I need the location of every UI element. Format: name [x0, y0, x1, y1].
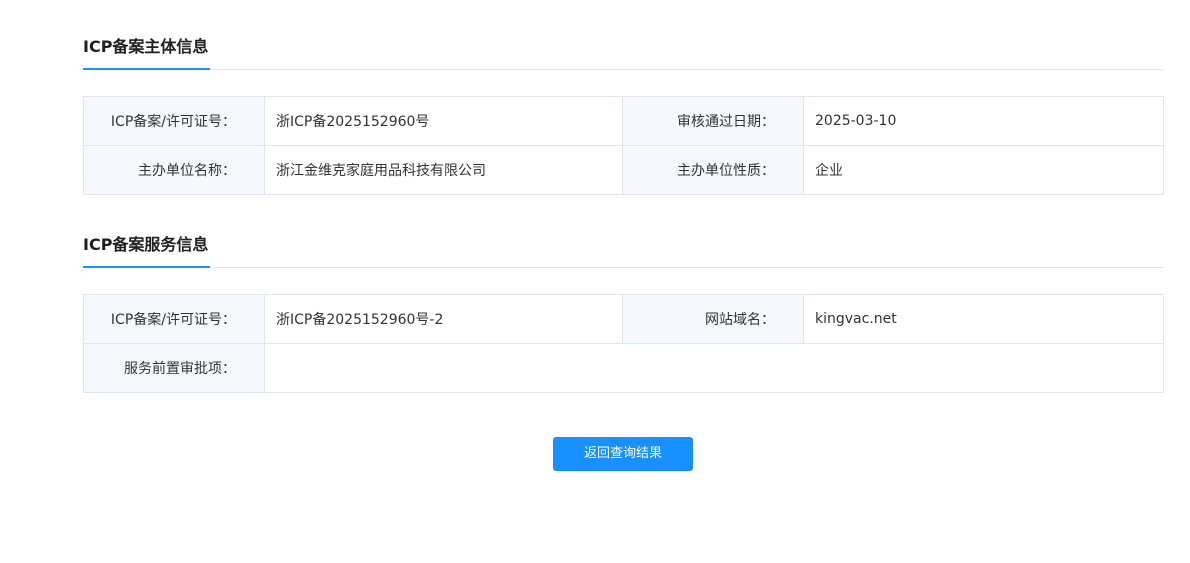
license-number-label: ICP备案/许可证号：: [83, 96, 265, 146]
service-license-number-value: 浙ICP备2025152960号-2: [264, 294, 623, 344]
back-to-results-button[interactable]: 返回查询结果: [553, 437, 693, 471]
organizer-type-value: 企业: [803, 145, 1164, 195]
page: ICP备案主体信息 ICP备案/许可证号： 浙ICP备2025152960号 审…: [0, 0, 1190, 563]
table-row: 服务前置审批项：: [83, 343, 1164, 393]
pre-approval-items-label: 服务前置审批项：: [83, 343, 265, 393]
organizer-name-label: 主办单位名称：: [83, 145, 265, 195]
organizer-name-value: 浙江金维克家庭用品科技有限公司: [264, 145, 623, 195]
service-section-title: ICP备案服务信息: [83, 232, 211, 268]
table-row: ICP备案/许可证号： 浙ICP备2025152960号 审核通过日期： 202…: [83, 96, 1164, 146]
service-license-number-label: ICP备案/许可证号：: [83, 294, 265, 344]
service-info-table: ICP备案/许可证号： 浙ICP备2025152960号-2 网站域名： kin…: [83, 294, 1164, 393]
approval-date-label: 审核通过日期：: [622, 96, 804, 146]
approval-date-value: 2025-03-10: [803, 96, 1164, 146]
table-row: 主办单位名称： 浙江金维克家庭用品科技有限公司 主办单位性质： 企业: [83, 145, 1164, 195]
pre-approval-items-value: [264, 343, 1164, 393]
subject-info-table: ICP备案/许可证号： 浙ICP备2025152960号 审核通过日期： 202…: [83, 96, 1164, 195]
table-row: ICP备案/许可证号： 浙ICP备2025152960号-2 网站域名： kin…: [83, 294, 1164, 344]
subject-section-title: ICP备案主体信息: [83, 34, 211, 70]
website-domain-label: 网站域名：: [622, 294, 804, 344]
license-number-value: 浙ICP备2025152960号: [264, 96, 623, 146]
subject-section-header: ICP备案主体信息: [83, 31, 1163, 70]
organizer-type-label: 主办单位性质：: [622, 145, 804, 195]
website-domain-value: kingvac.net: [803, 294, 1164, 344]
service-section-header: ICP备案服务信息: [83, 229, 1163, 268]
